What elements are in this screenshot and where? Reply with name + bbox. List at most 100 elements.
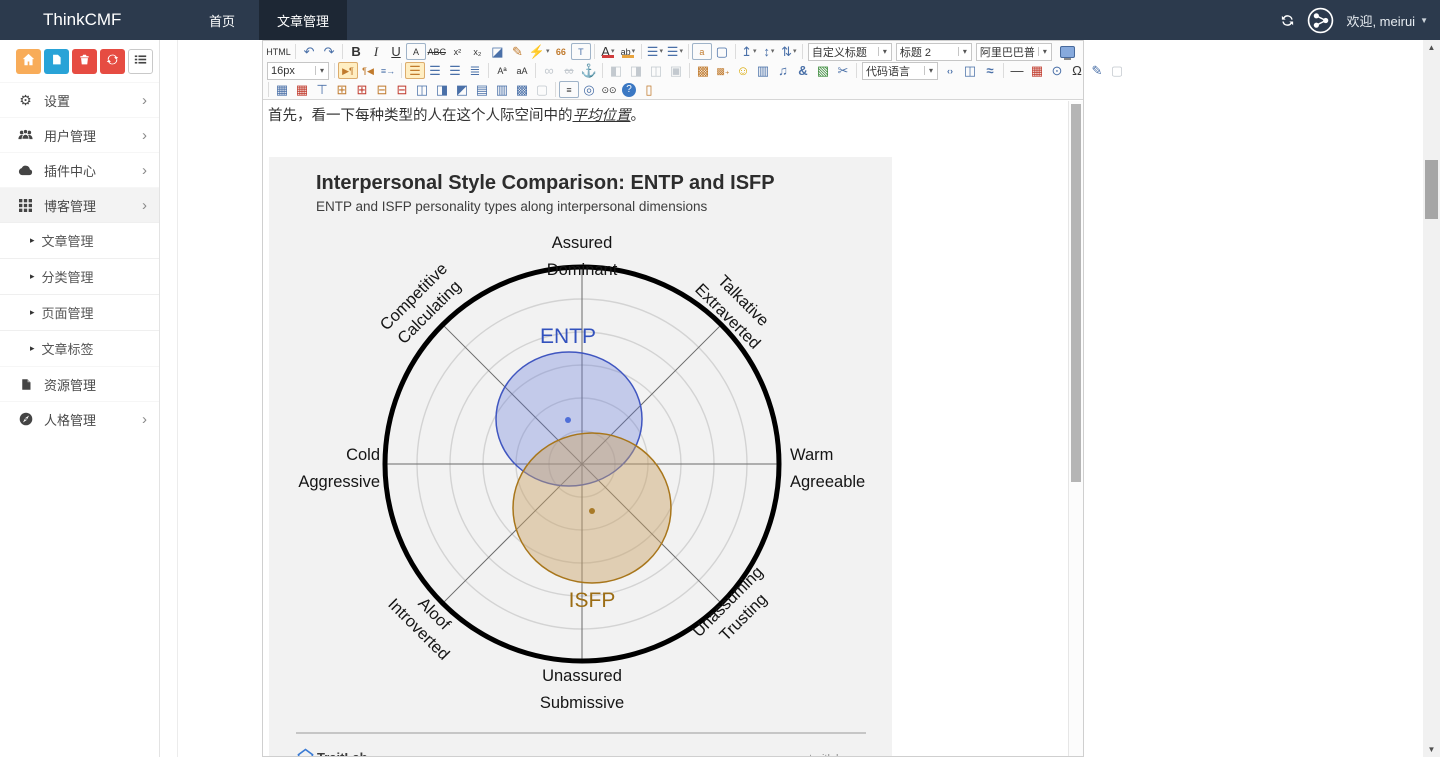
editor-scrollbar-thumb[interactable] (1071, 104, 1081, 482)
split-rows-button[interactable]: ▤ (472, 81, 492, 98)
sidebar-item-0[interactable]: ⚙设置› (0, 82, 159, 117)
sidebar-subitem-3[interactable]: ▸文章标签 (0, 330, 159, 366)
screenshot-button[interactable]: ✂ (833, 62, 853, 79)
image-center-button[interactable]: ◫ (646, 62, 666, 79)
time-button[interactable]: ⊙ (1047, 62, 1067, 79)
table-template-button[interactable]: ▢ (532, 81, 552, 98)
new-doc-button[interactable]: ▢ (712, 43, 732, 60)
sidebar-subitem-0[interactable]: ▸文章管理 (0, 222, 159, 258)
sidebar-subitem-2[interactable]: ▸页面管理 (0, 294, 159, 330)
subscript-button[interactable]: x₂ (467, 43, 487, 60)
preview-button[interactable]: ◎ (579, 81, 599, 98)
tab-home[interactable]: 首页 (185, 0, 259, 40)
undo-button[interactable]: ↶ (299, 43, 319, 60)
underline-button[interactable]: U (386, 43, 406, 60)
autotypeset-button[interactable]: ⚡▾ (527, 43, 550, 60)
article-button[interactable] (44, 49, 69, 74)
insert-col-button[interactable]: ⊞ (352, 81, 372, 98)
ltr-paragraph-button[interactable]: ▶¶ (338, 62, 358, 79)
redo-button[interactable]: ↷ (319, 43, 339, 60)
delete-row-button[interactable]: ⊟ (372, 81, 392, 98)
online-image-button[interactable]: ≈ (980, 62, 1000, 79)
chart-image[interactable]: Interpersonal Style Comparison: ENTP and… (269, 157, 892, 756)
page-scrollbar[interactable]: ▲ ▼ (1423, 40, 1440, 757)
print-button[interactable]: ≡ (559, 81, 579, 98)
paragraph[interactable]: 首先，看一下每种类型的人在这个人际空间中的平均位置。 (268, 106, 1068, 126)
recycle-button[interactable] (100, 49, 125, 74)
welcome-user-menu[interactable]: 欢迎, meirui▼ (1346, 11, 1428, 30)
align-justify-button[interactable]: ≣ (465, 62, 485, 79)
tab-article-management[interactable]: 文章管理 (259, 0, 347, 40)
merge-right-button[interactable]: ◨ (432, 81, 452, 98)
highlight-color-button[interactable]: ab▾ (618, 43, 638, 60)
user-avatar[interactable] (1307, 7, 1334, 34)
to-lowercase-button[interactable]: aA (512, 62, 532, 79)
find-replace-button[interactable]: ⊙⊙ (599, 81, 619, 98)
sidebar-item-4[interactable]: 资源管理 (0, 366, 159, 401)
align-left-button[interactable]: ☰ (405, 62, 425, 79)
fullscreen-button[interactable] (1060, 46, 1075, 58)
insert-table-button[interactable]: ▦ (272, 81, 292, 98)
char-border-button[interactable]: A (406, 43, 426, 60)
unlink-button[interactable]: ∞ (559, 62, 579, 79)
format-painter-button[interactable]: ✎ (507, 43, 527, 60)
multi-image-button[interactable]: ▩₊ (713, 62, 733, 79)
sidebar-item-1[interactable]: 用户管理› (0, 117, 159, 152)
split-cells-button[interactable]: ▩ (512, 81, 532, 98)
custom-style-select[interactable]: 自定义标题▾ (808, 43, 892, 61)
form-button[interactable]: ▢ (1107, 62, 1127, 79)
indent-button[interactable]: ↥▾ (739, 43, 759, 60)
image-right-float-button[interactable]: ◨ (626, 62, 646, 79)
align-center-button[interactable]: ☰ (425, 62, 445, 79)
auto-indent-button[interactable]: ≡→ (378, 62, 398, 79)
delete-col-button[interactable]: ⊟ (392, 81, 412, 98)
italic-button[interactable]: I (366, 43, 386, 60)
blockquote-button[interactable]: 66 (551, 43, 571, 60)
font-color-button[interactable]: A▾ (598, 43, 618, 60)
hr-button[interactable]: — (1007, 62, 1027, 79)
video-button[interactable]: ▥ (753, 62, 773, 79)
link-button[interactable]: ∞ (539, 62, 559, 79)
unordered-list-button[interactable]: ☰▾ (665, 43, 685, 60)
home-button[interactable] (16, 49, 41, 74)
music-button[interactable]: ♫ (773, 62, 793, 79)
page-scrollbar-thumb[interactable] (1425, 160, 1438, 219)
columns-button[interactable]: ◫ (960, 62, 980, 79)
rtl-paragraph-button[interactable]: ¶◀ (358, 62, 378, 79)
anchor-insert-button[interactable]: ⚓ (579, 62, 599, 79)
merge-down-button[interactable]: ◩ (452, 81, 472, 98)
insert-image-button[interactable]: ▩ (693, 62, 713, 79)
align-right-button[interactable]: ☰ (445, 62, 465, 79)
font-family-select[interactable]: 阿里巴巴普▾ (976, 43, 1052, 61)
html-source-button[interactable]: HTML (265, 43, 292, 60)
scroll-down-arrow[interactable]: ▼ (1423, 742, 1440, 757)
to-uppercase-button[interactable]: Aª (492, 62, 512, 79)
date-button[interactable]: ▦ (1027, 62, 1047, 79)
delete-table-button[interactable]: ▦ (292, 81, 312, 98)
collapse-menu-button[interactable] (128, 49, 153, 74)
format-eraser-button[interactable]: ◪ (487, 43, 507, 60)
split-cols-button[interactable]: ▥ (492, 81, 512, 98)
paste-plain-button[interactable]: T (571, 43, 591, 60)
editor-content[interactable]: 首先，看一下每种类型的人在这个人际空间中的平均位置。 Interpersonal… (263, 101, 1068, 756)
anchor-button[interactable]: a (692, 43, 712, 60)
merge-cells-button[interactable]: ◫ (412, 81, 432, 98)
special-chars-button[interactable]: Ω (1067, 62, 1087, 79)
row-spacing-button[interactable]: ↕▾ (759, 43, 779, 60)
map-button[interactable]: ▧ (813, 62, 833, 79)
insert-row-button[interactable]: ⊞ (332, 81, 352, 98)
help-button[interactable]: ? (622, 83, 636, 97)
image-left-float-button[interactable]: ◧ (606, 62, 626, 79)
sidebar-item-5[interactable]: 人格管理› (0, 401, 159, 436)
emoji-button[interactable]: ☺ (733, 62, 753, 79)
scroll-up-arrow[interactable]: ▲ (1423, 40, 1440, 55)
sidebar-item-2[interactable]: 插件中心› (0, 152, 159, 187)
bold-button[interactable]: B (346, 43, 366, 60)
ordered-list-button[interactable]: ☰▾ (645, 43, 665, 60)
draft-button[interactable]: ▯ (639, 81, 659, 98)
note-button[interactable]: ✎ (1087, 62, 1107, 79)
table-caption-button[interactable]: ⊤ (312, 81, 332, 98)
strikethrough-button[interactable]: ABC (426, 43, 447, 60)
superscript-button[interactable]: x² (447, 43, 467, 60)
app-brand[interactable]: ThinkCMF (0, 0, 185, 40)
